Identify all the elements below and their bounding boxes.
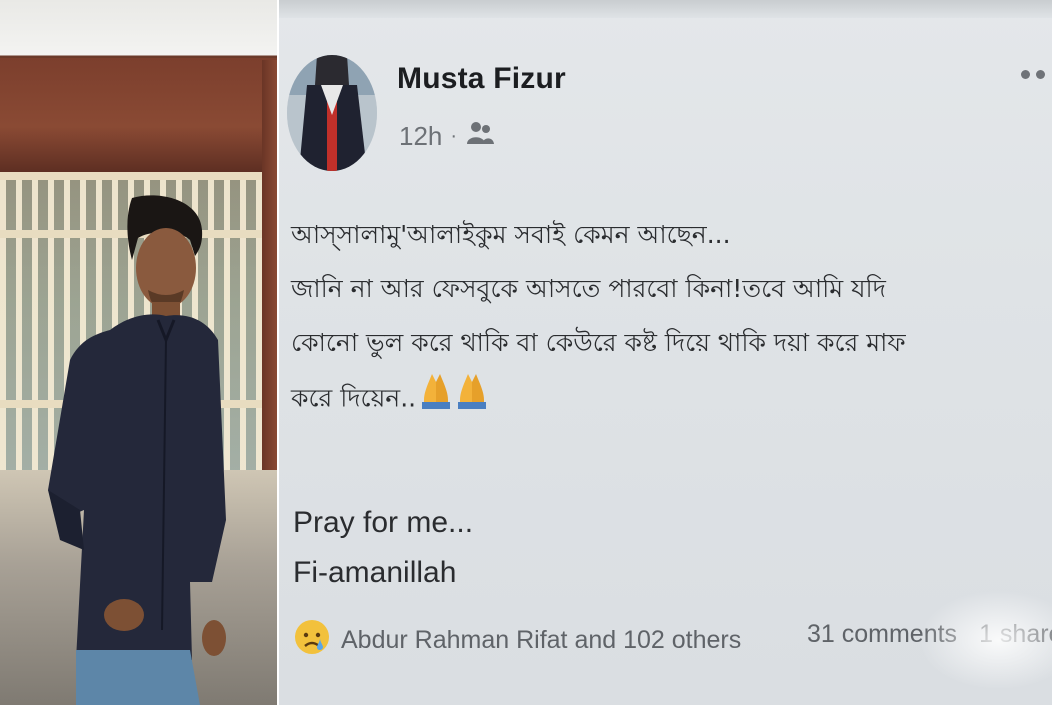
screenshot-frame: Musta Fizur 12h · আস্সালামু'আলাইকুম সবাই… bbox=[0, 0, 1052, 705]
post-top-band bbox=[279, 0, 1052, 18]
folded-hands-icon bbox=[418, 370, 490, 429]
reactions-text[interactable]: Abdur Rahman Rifat and 102 others bbox=[341, 626, 741, 655]
meta-separator: · bbox=[450, 125, 458, 147]
engagement-counts: 31 comments 1 share bbox=[807, 620, 1052, 649]
sad-face-svg bbox=[295, 620, 329, 654]
photo-gate-bar bbox=[0, 172, 270, 180]
more-dot bbox=[1021, 70, 1030, 79]
reactions-summary[interactable]: Abdur Rahman Rifat and 102 others bbox=[293, 618, 741, 663]
comments-count[interactable]: 31 comments bbox=[807, 620, 957, 648]
post-line-last: করে দিয়েন.. bbox=[291, 370, 1051, 429]
person-figure bbox=[48, 195, 226, 705]
avatar[interactable] bbox=[287, 55, 377, 171]
post-line: আস্সালামু'আলাইকুম সবাই কেমন আছেন... bbox=[291, 220, 731, 249]
post-line: জানি না আর ফেসবুকে আসতে পারবো কিনা!তবে আ… bbox=[291, 274, 886, 303]
more-options-icon[interactable] bbox=[1021, 70, 1045, 79]
post-en-line: Fi-amanillah bbox=[293, 556, 457, 589]
profile-photo bbox=[0, 0, 277, 705]
post-line-text: করে দিয়েন.. bbox=[291, 383, 417, 413]
photo-pillar bbox=[262, 60, 277, 470]
avatar-image bbox=[287, 55, 377, 171]
post-text-bengali: আস্সালামু'আলাইকুম সবাই কেমন আছেন... জানি… bbox=[291, 208, 1051, 429]
post-en-line: Pray for me... bbox=[293, 506, 474, 539]
facebook-post: Musta Fizur 12h · আস্সালামু'আলাইকুম সবাই… bbox=[279, 0, 1052, 705]
post-time[interactable]: 12h bbox=[399, 121, 442, 152]
more-dot bbox=[1036, 70, 1045, 79]
shares-count[interactable]: 1 share bbox=[979, 620, 1052, 648]
post-line: কোনো ভুল করে থাকি বা কেউরে কষ্ট দিয়ে থা… bbox=[291, 328, 906, 357]
friends-icon[interactable] bbox=[465, 120, 495, 153]
post-meta: 12h · bbox=[399, 120, 495, 153]
photo-beam bbox=[0, 58, 277, 173]
post-text-english: Pray for me... Fi-amanillah bbox=[293, 498, 473, 598]
author-name[interactable]: Musta Fizur bbox=[397, 62, 566, 96]
folded-hands-svg bbox=[422, 374, 487, 409]
sad-face-icon bbox=[293, 618, 331, 663]
friends-icon-svg bbox=[467, 122, 495, 144]
